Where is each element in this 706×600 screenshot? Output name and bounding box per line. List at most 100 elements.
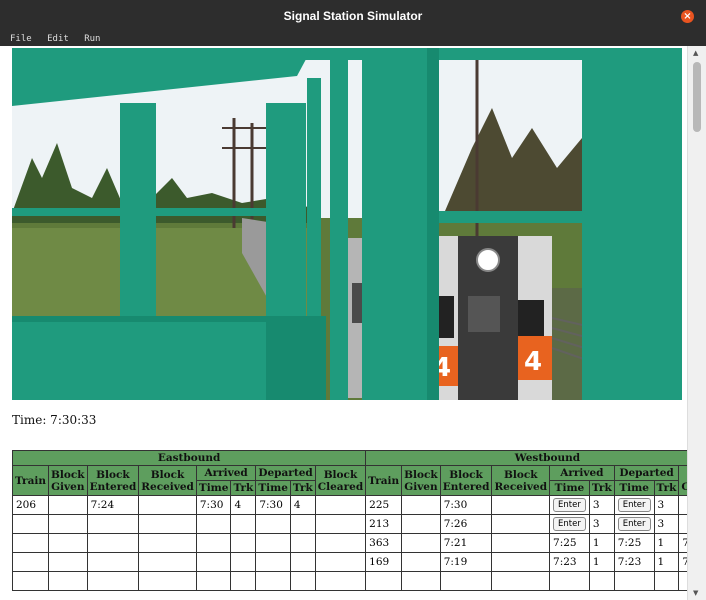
cell-east-block-cleared (314, 552, 367, 572)
cell-west-dep-time: 7:23 (613, 552, 655, 572)
cell-west-block-entered: 7:19 (439, 552, 493, 572)
vertical-scrollbar[interactable]: ▲ ▼ (687, 46, 706, 600)
cell-east-train (11, 533, 50, 553)
cell-west-block-entered (439, 571, 493, 591)
col-dep-trk-w: Trk (653, 480, 680, 496)
main-content: 4 4 Time: 7:30:33 Eastbound Westbound Tr… (0, 46, 688, 600)
cell-west-dep-trk: 1 (653, 552, 680, 572)
col-departed-w: Departed (613, 465, 680, 481)
cell-west-block-entered: 7:30 (439, 495, 493, 515)
cell-east-train (11, 552, 50, 572)
cell-west-block-received (491, 495, 551, 515)
cell-east-block-given (48, 495, 88, 515)
col-arrived: Arrived (195, 465, 257, 481)
col-block-entered: Block Entered (86, 465, 140, 496)
cell-east-block-cleared (314, 533, 367, 553)
block-schedule-table: Eastbound Westbound Train Block Given Bl… (11, 450, 688, 591)
table-row: 213 7:26 Enter 3 Enter 3 (11, 514, 688, 534)
cell-west-dep-time (613, 571, 655, 591)
cell-east-block-entered (86, 571, 140, 591)
cell-east-dep-time (255, 552, 291, 572)
cell-east-block-received (138, 495, 197, 515)
col-departed: Departed (255, 465, 316, 481)
col-block-given: Block Given (48, 465, 88, 496)
col-arrived-w: Arrived (549, 465, 615, 481)
menu-run[interactable]: Run (84, 32, 100, 46)
departed-enter-button[interactable]: Enter (617, 517, 651, 531)
cell-east-train (11, 514, 50, 534)
cell-east-arr-time: 7:30 (195, 495, 232, 515)
arrived-enter-button[interactable]: Enter (553, 517, 586, 531)
cell-east-train: 206 (11, 495, 50, 515)
cell-east-dep-trk: 4 (289, 495, 316, 515)
col-train: Train (11, 465, 50, 496)
cell-east-block-entered (86, 533, 140, 553)
cell-east-block-given (48, 552, 88, 572)
cell-east-arr-time (195, 552, 232, 572)
cell-east-arr-trk: 4 (230, 495, 257, 515)
cell-west-block-entered: 7:26 (439, 514, 493, 534)
cell-west-arr-trk: 3 (588, 514, 615, 534)
col-arr-trk: Trk (230, 480, 257, 496)
cell-west-arr-trk: 1 (588, 533, 615, 553)
cell-west-dep-time: Enter (613, 514, 655, 534)
signal-tower-3d-view[interactable]: 4 4 (12, 48, 682, 400)
cell-west-arr-trk (588, 571, 615, 591)
cell-east-block-cleared (314, 571, 367, 591)
cell-west-block-given (401, 571, 441, 591)
arrived-enter-button[interactable]: Enter (553, 498, 586, 512)
table-row: 3637:217:2517:2517:28 (11, 533, 688, 553)
cell-east-arr-trk (230, 533, 257, 553)
westbound-header: Westbound (365, 450, 688, 466)
cell-east-block-entered (86, 552, 140, 572)
cell-east-arr-time (195, 533, 232, 553)
cell-west-train: 169 (365, 552, 403, 572)
col-arr-time: Time (195, 480, 232, 496)
col-block-given-w: Block Given (401, 465, 441, 496)
cell-east-block-cleared (314, 514, 367, 534)
table-row: 1697:197:2317:2317:26 (11, 552, 688, 572)
menu-file[interactable]: File (10, 32, 32, 46)
cell-east-dep-time (255, 533, 291, 553)
cell-east-dep-time (255, 571, 291, 591)
cell-east-arr-trk (230, 552, 257, 572)
cell-west-arr-time: 7:23 (549, 552, 590, 572)
cell-west-train: 225 (365, 495, 403, 515)
scrollbar-thumb[interactable] (693, 62, 701, 132)
col-block-received-w: Block Received (491, 465, 551, 496)
scroll-up-arrow-icon[interactable]: ▲ (693, 49, 698, 57)
table-row: 206 7:24 7:30 4 7:30 4 225 7:30 Enter 3 Enter 3 (11, 495, 688, 515)
cell-east-arr-trk (230, 514, 257, 534)
cell-east-block-given (48, 533, 88, 553)
cell-east-block-given (48, 571, 88, 591)
cell-west-block-given (401, 533, 441, 553)
scroll-down-arrow-icon[interactable]: ▼ (693, 589, 698, 597)
cell-east-arr-trk (230, 571, 257, 591)
train-number-plate-right: 4 (524, 347, 542, 377)
col-block-received: Block Received (138, 465, 197, 496)
col-block-cleared: Block Cleared (314, 465, 367, 496)
cell-west-train (365, 571, 403, 591)
col-dep-time: Time (255, 480, 291, 496)
menu-bar: File Edit Run (0, 32, 706, 46)
close-icon[interactable]: × (681, 10, 694, 23)
cell-west-dep-trk: 3 (653, 495, 680, 515)
departed-enter-button[interactable]: Enter (617, 498, 651, 512)
cell-east-dep-trk (289, 571, 316, 591)
cell-east-block-entered: 7:24 (86, 495, 140, 515)
menu-edit[interactable]: Edit (47, 32, 69, 46)
cell-east-block-received (138, 514, 197, 534)
cell-west-dep-time: Enter (613, 495, 655, 515)
cell-west-block-given (401, 514, 441, 534)
cell-west-arr-time: 7:25 (549, 533, 590, 553)
table-row (11, 571, 688, 591)
cell-west-dep-trk: 1 (653, 533, 680, 553)
cell-west-block-received (491, 571, 551, 591)
window-title: Signal Station Simulator (283, 9, 423, 23)
schedule-body: 206 7:24 7:30 4 7:30 4 225 7:30 Enter 3 Enter 3 213 7… (11, 495, 688, 591)
title-bar: Signal Station Simulator × (0, 0, 706, 32)
eastbound-header: Eastbound (11, 450, 367, 466)
app-window: Signal Station Simulator × File Edit Run (0, 0, 706, 600)
cell-west-arr-trk: 1 (588, 552, 615, 572)
cell-east-train (11, 571, 50, 591)
